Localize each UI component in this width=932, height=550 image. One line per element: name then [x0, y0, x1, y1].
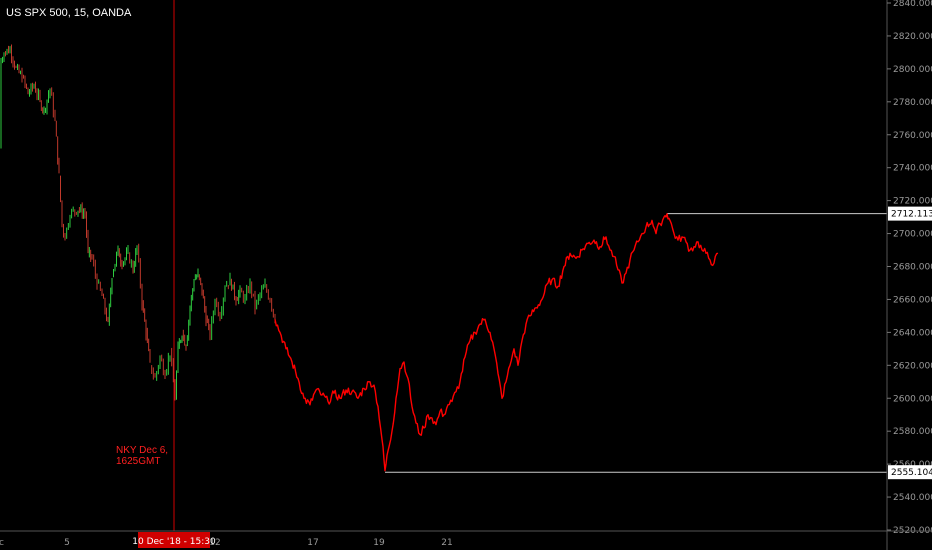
- y-tick-label: 2660.0000: [893, 295, 932, 305]
- price-axis: 2520.00002540.00002560.00002580.00002600…: [886, 0, 932, 550]
- y-tick-label: 2580.0000: [893, 427, 932, 437]
- chart-canvas[interactable]: NKY Dec 6,1625GMT 2520.00002540.00002560…: [0, 0, 932, 550]
- x-tick-label: ec: [0, 538, 4, 548]
- y-tick-label: 2840.0000: [893, 0, 932, 9]
- time-axis: ec51217192110 Dec '18 - 15:30: [0, 530, 932, 548]
- x-tick-label: 17: [307, 538, 318, 548]
- y-tick-label: 2640.0000: [893, 328, 932, 338]
- y-tick-label: 2540.0000: [893, 493, 932, 503]
- y-tick-label: 2600.0000: [893, 394, 932, 404]
- y-tick-label: 2760.0000: [893, 131, 932, 141]
- y-tick-label: 2800.0000: [893, 65, 932, 75]
- y-tick-label: 2620.0000: [893, 361, 932, 371]
- y-tick-label: 2680.0000: [893, 263, 932, 273]
- x-tick-label: 5: [64, 538, 70, 548]
- y-tick-label: 2740.0000: [893, 164, 932, 174]
- x-tick-label: 21: [441, 538, 452, 548]
- y-tick-label: 2780.0000: [893, 98, 932, 108]
- annotation-text: 1625GMT: [116, 456, 160, 467]
- time-cursor-label: 10 Dec '18 - 15:30: [132, 537, 216, 547]
- level-tag-label: 2555.1040: [891, 468, 932, 478]
- annotation-text: NKY Dec 6,: [116, 445, 168, 456]
- projection-line: [274, 213, 719, 472]
- x-tick-label: 19: [373, 538, 385, 548]
- level-tag-label: 2712.1139: [891, 210, 932, 220]
- plot-area: NKY Dec 6,1625GMT: [0, 0, 887, 531]
- y-tick-label: 2820.0000: [893, 32, 932, 42]
- y-tick-label: 2720.0000: [893, 197, 932, 207]
- y-tick-label: 2700.0000: [893, 230, 932, 240]
